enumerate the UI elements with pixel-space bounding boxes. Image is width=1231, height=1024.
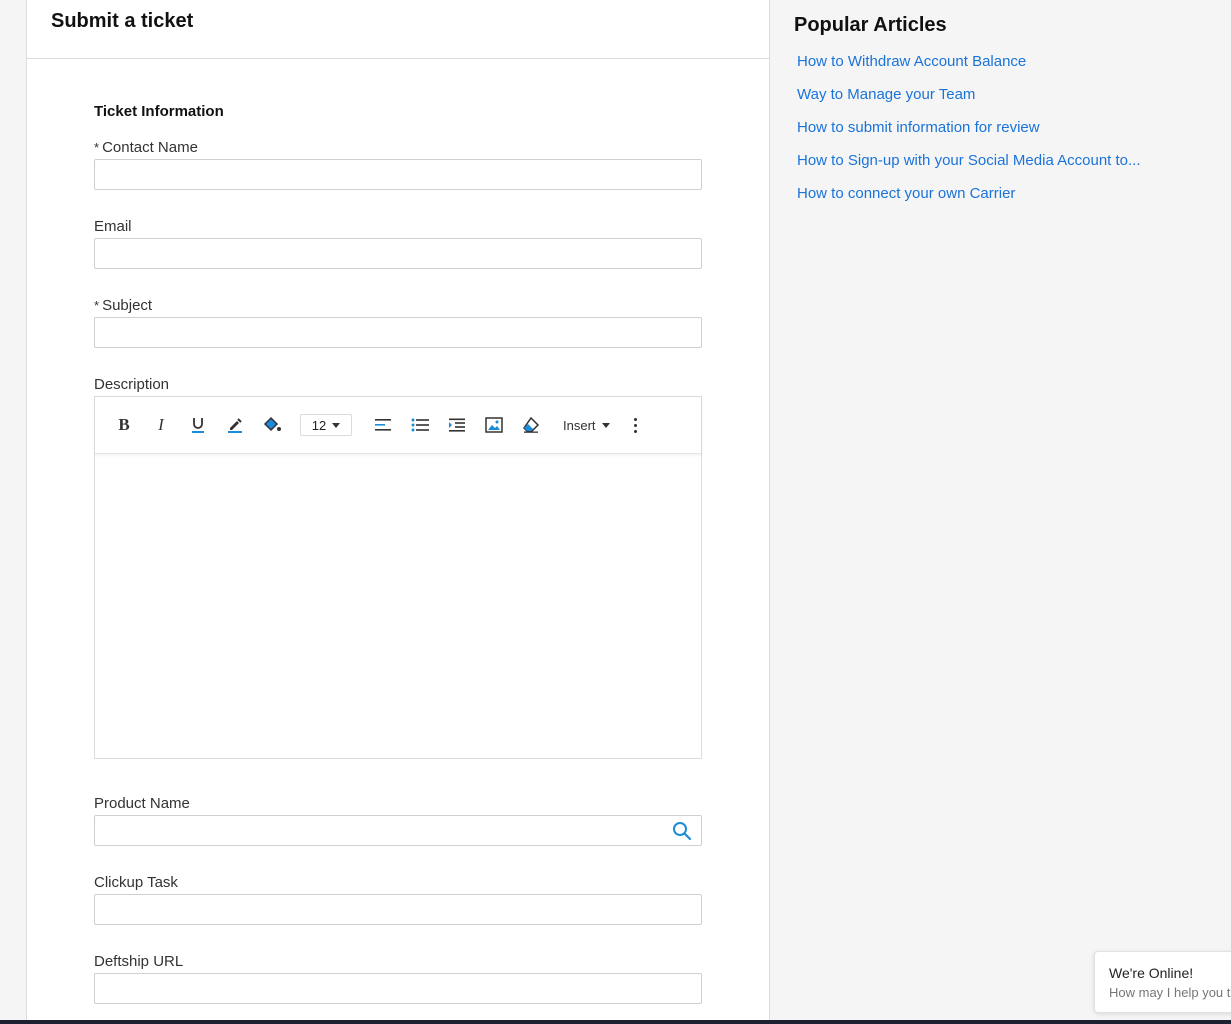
search-icon[interactable]: [672, 821, 692, 841]
product-name-field-group: Product Name: [94, 793, 702, 846]
subject-input[interactable]: [94, 317, 702, 348]
product-name-label: Product Name: [94, 795, 190, 812]
article-link[interactable]: How to connect your own Carrier: [797, 185, 1214, 218]
ticket-form: Ticket Information * Contact Name Email *…: [94, 103, 702, 1024]
required-marker: *: [94, 140, 100, 155]
background-color-icon[interactable]: [261, 414, 283, 436]
bold-icon[interactable]: B: [113, 414, 135, 436]
align-left-icon[interactable]: [372, 414, 394, 436]
section-title: Ticket Information: [94, 103, 224, 120]
card-header: Submit a ticket: [27, 0, 769, 59]
product-name-input[interactable]: [94, 815, 702, 846]
more-options-icon[interactable]: [630, 414, 642, 436]
underline-icon[interactable]: [187, 414, 209, 436]
rich-text-editor: B I 12 Insert: [94, 396, 702, 759]
contact-name-input[interactable]: [94, 159, 702, 190]
required-marker: *: [94, 298, 100, 313]
indent-icon[interactable]: [446, 414, 468, 436]
description-editor[interactable]: [95, 454, 701, 758]
bulleted-list-icon[interactable]: [409, 414, 431, 436]
article-link[interactable]: Way to Manage your Team: [797, 86, 1214, 119]
font-size-select[interactable]: 12: [300, 414, 352, 436]
email-input[interactable]: [94, 238, 702, 269]
subject-field-group: * Subject: [94, 295, 702, 348]
popular-articles-sidebar: Popular Articles How to Withdraw Account…: [794, 14, 1214, 218]
sidebar-title: Popular Articles: [794, 14, 947, 36]
clear-format-icon[interactable]: [520, 414, 542, 436]
italic-icon[interactable]: I: [150, 414, 172, 436]
clickup-task-label: Clickup Task: [94, 874, 178, 891]
chat-widget[interactable]: We're Online! How may I help you today?: [1094, 951, 1231, 1013]
email-label: Email: [94, 218, 132, 235]
article-link[interactable]: How to Withdraw Account Balance: [797, 53, 1214, 86]
contact-name-field-group: * Contact Name: [94, 137, 702, 190]
description-label: Description: [94, 376, 170, 393]
page: Submit a ticket Ticket Information * Cont…: [0, 0, 1231, 1024]
article-link[interactable]: How to submit information for review: [797, 119, 1214, 152]
bottom-bar: [0, 1020, 1231, 1024]
article-link[interactable]: How to Sign-up with your Social Media Ac…: [797, 152, 1214, 185]
deftship-url-label: Deftship URL: [94, 953, 184, 970]
text-color-icon[interactable]: [224, 414, 246, 436]
deftship-url-input[interactable]: [94, 973, 702, 1004]
chat-title: We're Online!: [1109, 965, 1194, 981]
editor-toolbar: B I 12 Insert: [95, 397, 701, 454]
chat-subtitle: How may I help you today?: [1109, 985, 1231, 1000]
clickup-task-field-group: Clickup Task: [94, 872, 702, 925]
subject-label: * Subject: [94, 297, 153, 314]
deftship-url-field-group: Deftship URL: [94, 951, 702, 1004]
contact-name-label: * Contact Name: [94, 139, 198, 156]
description-field-group: Description B I 12 Insert: [94, 374, 702, 759]
page-title: Submit a ticket: [51, 10, 194, 32]
clickup-task-input[interactable]: [94, 894, 702, 925]
email-field-group: Email: [94, 216, 702, 269]
insert-menu[interactable]: Insert: [563, 418, 610, 433]
ticket-form-card: Submit a ticket Ticket Information * Cont…: [26, 0, 770, 1024]
insert-image-icon[interactable]: [483, 414, 505, 436]
